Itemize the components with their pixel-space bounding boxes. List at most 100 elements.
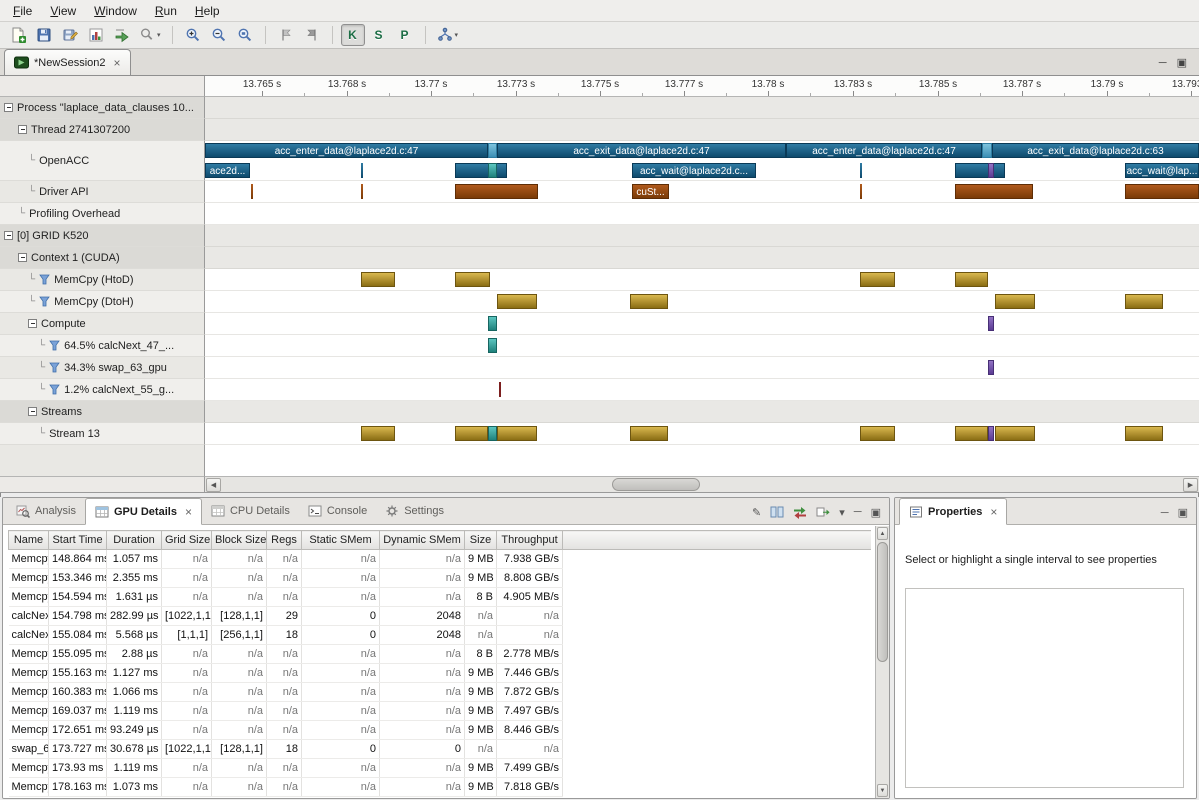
- timeline-interval[interactable]: acc_exit_data@laplace2d.c:47: [497, 143, 786, 158]
- timeline-interval[interactable]: [955, 272, 988, 287]
- maximize-icon[interactable]: ▣: [871, 506, 881, 519]
- collapse-toggle-icon[interactable]: [4, 103, 13, 112]
- table-row[interactable]: Memcpy148.864 ms1.057 msn/an/an/an/an/a9…: [9, 550, 871, 569]
- filter-funnel-icon[interactable]: [39, 274, 50, 285]
- timeline-interval[interactable]: [488, 163, 497, 178]
- thread-row-label[interactable]: Thread 2741307200: [0, 119, 205, 141]
- chart-button[interactable]: [84, 24, 108, 46]
- table-row[interactable]: Memcpy154.594 ms1.631 µsn/an/an/an/an/a8…: [9, 588, 871, 607]
- timeline-interval[interactable]: cuSt...: [632, 184, 669, 199]
- memcpy-htod-row-label[interactable]: └MemCpy (HtoD): [0, 269, 205, 291]
- compute-row-label[interactable]: Compute: [0, 313, 205, 335]
- timeline-interval[interactable]: [361, 184, 363, 199]
- timeline-interval[interactable]: [1125, 294, 1163, 309]
- zoom-fit-button[interactable]: [233, 24, 257, 46]
- timeline-interval[interactable]: acc_enter_data@laplace2d.c:47: [205, 143, 488, 158]
- timeline-interval[interactable]: [455, 426, 488, 441]
- stream-13-row-label[interactable]: └Stream 13: [0, 423, 205, 445]
- stream-timeline-toggle[interactable]: S: [367, 24, 391, 46]
- timeline-interval[interactable]: [860, 272, 895, 287]
- timeline-interval[interactable]: [995, 294, 1035, 309]
- scroll-up-icon[interactable]: ▲: [877, 527, 888, 540]
- timeline-interval[interactable]: [497, 294, 537, 309]
- timeline-interval[interactable]: acc_wait@laplace2d.c...: [632, 163, 756, 178]
- timeline-interval[interactable]: [488, 143, 497, 158]
- timeline-interval[interactable]: [455, 163, 507, 178]
- driver-api-row-label[interactable]: └Driver API: [0, 181, 205, 203]
- tab-console[interactable]: Console: [299, 498, 376, 524]
- table-row[interactable]: Memcpy173.93 ms1.119 msn/an/an/an/an/a9 …: [9, 759, 871, 778]
- timeline-interval[interactable]: [488, 316, 497, 331]
- minimize-icon[interactable]: ─: [854, 506, 862, 518]
- timeline-interval[interactable]: [488, 426, 497, 441]
- filter-funnel-icon[interactable]: [49, 384, 60, 395]
- openacc-row-label[interactable]: └OpenACC: [0, 141, 205, 181]
- collapse-toggle-icon[interactable]: [18, 125, 27, 134]
- export-table-icon[interactable]: [816, 505, 830, 519]
- timeline-interval[interactable]: acc_enter_data@laplace2d.c:47: [786, 143, 982, 158]
- timeline-interval[interactable]: [860, 163, 862, 178]
- profiling-overhead-row-label[interactable]: └Profiling Overhead: [0, 203, 205, 225]
- timeline-interval[interactable]: [488, 338, 497, 353]
- timeline-interval[interactable]: [630, 294, 668, 309]
- minimize-icon[interactable]: ─: [1159, 57, 1167, 69]
- table-row[interactable]: Memcpy172.651 ms93.249 µsn/an/an/an/an/a…: [9, 721, 871, 740]
- timeline-interval[interactable]: [361, 426, 395, 441]
- zoom-in-button[interactable]: [181, 24, 205, 46]
- table-row[interactable]: Memcpy153.346 ms2.355 msn/an/an/an/an/a9…: [9, 569, 871, 588]
- menu-window[interactable]: Window: [85, 1, 146, 21]
- table-vertical-scrollbar[interactable]: ▲ ▼: [875, 526, 889, 798]
- collapse-toggle-icon[interactable]: [18, 253, 27, 262]
- close-icon[interactable]: ×: [114, 56, 121, 70]
- table-row[interactable]: Memcpy160.383 ms1.066 msn/an/an/an/an/a9…: [9, 683, 871, 702]
- column-header-start-time[interactable]: Start Time: [49, 531, 107, 550]
- column-header-size[interactable]: Size: [465, 531, 497, 550]
- context-row-label[interactable]: Context 1 (CUDA): [0, 247, 205, 269]
- filter-funnel-icon[interactable]: [49, 362, 60, 373]
- collapse-toggle-icon[interactable]: [28, 319, 37, 328]
- timeline-interval[interactable]: [955, 163, 1005, 178]
- column-header-block-size[interactable]: Block Size: [212, 531, 267, 550]
- tab-properties[interactable]: Properties ×: [899, 498, 1007, 525]
- tab-gpu-details[interactable]: GPU Details×: [85, 498, 202, 525]
- scroll-left-icon[interactable]: ◀: [206, 478, 221, 492]
- memcpy-dtoh-row-label[interactable]: └MemCpy (DtoH): [0, 291, 205, 313]
- gpu-device-row-label[interactable]: [0] GRID K520: [0, 225, 205, 247]
- column-header-static-smem[interactable]: Static SMem: [302, 531, 380, 550]
- analysis-button[interactable]: ▾: [434, 24, 462, 46]
- menu-file[interactable]: File: [4, 1, 41, 21]
- export-button[interactable]: [110, 24, 134, 46]
- timeline-interval[interactable]: acc_wait@lap...: [1125, 163, 1199, 178]
- scrollbar-thumb[interactable]: [877, 542, 888, 662]
- timeline-interval[interactable]: [860, 426, 895, 441]
- timeline-interval[interactable]: [955, 426, 988, 441]
- marker-prev-button[interactable]: [274, 24, 298, 46]
- menu-help[interactable]: Help: [186, 1, 229, 21]
- timeline-interval[interactable]: [988, 426, 994, 441]
- timeline-interval[interactable]: [497, 426, 537, 441]
- minimize-icon[interactable]: ─: [1161, 507, 1169, 519]
- timeline-interval[interactable]: [988, 316, 994, 331]
- scroll-right-icon[interactable]: ▶: [1183, 478, 1198, 492]
- menu-view[interactable]: View: [41, 1, 85, 21]
- pencil-icon[interactable]: ✎: [752, 506, 761, 519]
- timeline-interval[interactable]: [455, 184, 538, 199]
- process-timeline-toggle[interactable]: P: [393, 24, 417, 46]
- columns-icon[interactable]: [770, 505, 784, 519]
- kernel-timeline-toggle[interactable]: K: [341, 24, 365, 46]
- tab-newsession2[interactable]: *NewSession2 ×: [4, 49, 131, 75]
- timeline-interval[interactable]: [630, 426, 668, 441]
- kernel-swap63-row-label[interactable]: └34.3% swap_63_gpu: [0, 357, 205, 379]
- collapse-toggle-icon[interactable]: [4, 231, 13, 240]
- table-row[interactable]: calcNext154.798 ms282.99 µs[1022,1,1][12…: [9, 607, 871, 626]
- table-row[interactable]: Memcpy155.095 ms2.88 µsn/an/an/an/an/a8 …: [9, 645, 871, 664]
- timeline-interval[interactable]: [955, 184, 1033, 199]
- process-row-label[interactable]: Process "laplace_data_clauses 10...: [0, 97, 205, 119]
- save-button[interactable]: [32, 24, 56, 46]
- kernel-calcnext55-row-label[interactable]: └1.2% calcNext_55_g...: [0, 379, 205, 401]
- timeline-interval[interactable]: [1125, 184, 1199, 199]
- table-row[interactable]: Memcpy155.163 ms1.127 msn/an/an/an/an/a9…: [9, 664, 871, 683]
- column-header-regs[interactable]: Regs: [267, 531, 302, 550]
- timeline-interval[interactable]: [1125, 426, 1163, 441]
- filter-funnel-icon[interactable]: [49, 340, 60, 351]
